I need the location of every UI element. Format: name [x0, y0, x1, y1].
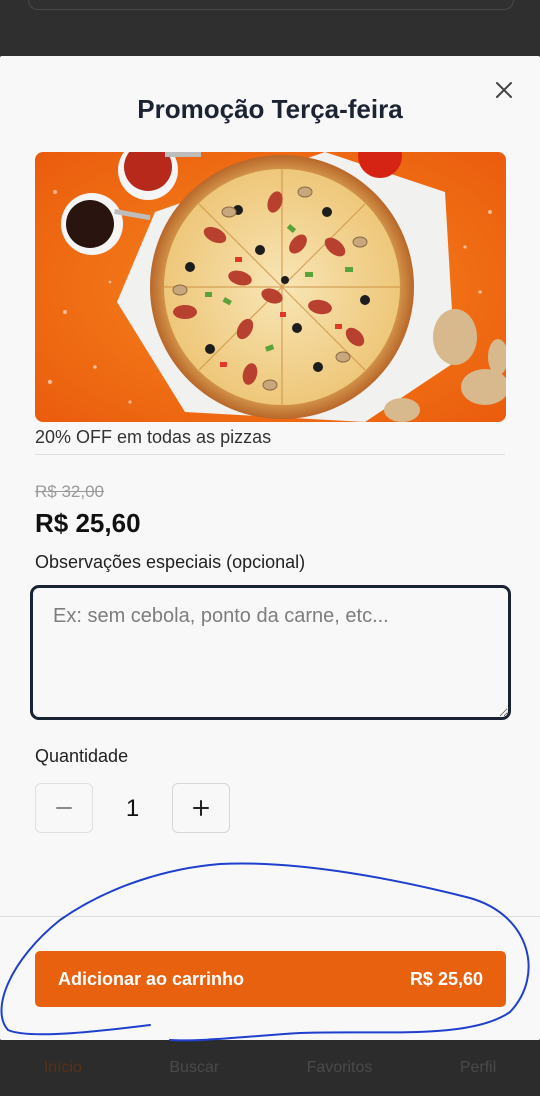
notes-textarea[interactable]: [30, 585, 511, 720]
add-to-cart-price: R$ 25,60: [409, 968, 483, 989]
nav-item-inicio[interactable]: Início: [44, 1059, 82, 1077]
decrease-quantity-button[interactable]: [35, 783, 93, 833]
add-to-cart-label: Adicionar ao carrinho: [58, 968, 245, 989]
promo-description: 20% OFF em todas as pizzas: [35, 427, 272, 447]
bottom-nav: Início Buscar Favoritos Perfil: [0, 1040, 540, 1096]
nav-item-perfil[interactable]: Perfil: [460, 1059, 496, 1077]
background-card: [28, 0, 514, 10]
minus-icon: [56, 807, 72, 809]
add-to-cart-button[interactable]: Adicionar ao carrinho R$ 25,60: [35, 951, 506, 1007]
modal-footer: Adicionar ao carrinho R$ 25,60: [0, 916, 540, 1040]
pizza-image: [35, 152, 506, 422]
quantity-stepper: 1: [35, 783, 231, 835]
modal-title: Promoção Terça-feira: [137, 94, 403, 124]
discounted-price: R$ 25,60: [35, 508, 141, 538]
original-price: R$ 32,00: [35, 482, 104, 501]
quantity-value: 1: [125, 795, 140, 822]
increase-quantity-button[interactable]: [172, 783, 230, 833]
notes-label: Observações especiais (opcional): [35, 552, 306, 572]
promotion-modal: Promoção Terça-feira 20% OFF em todas as…: [0, 56, 540, 1040]
quantity-label: Quantidade: [35, 746, 129, 766]
nav-item-favoritos[interactable]: Favoritos: [307, 1059, 373, 1077]
divider: [35, 454, 505, 455]
plus-icon: [193, 800, 209, 816]
nav-item-buscar[interactable]: Buscar: [169, 1059, 219, 1077]
